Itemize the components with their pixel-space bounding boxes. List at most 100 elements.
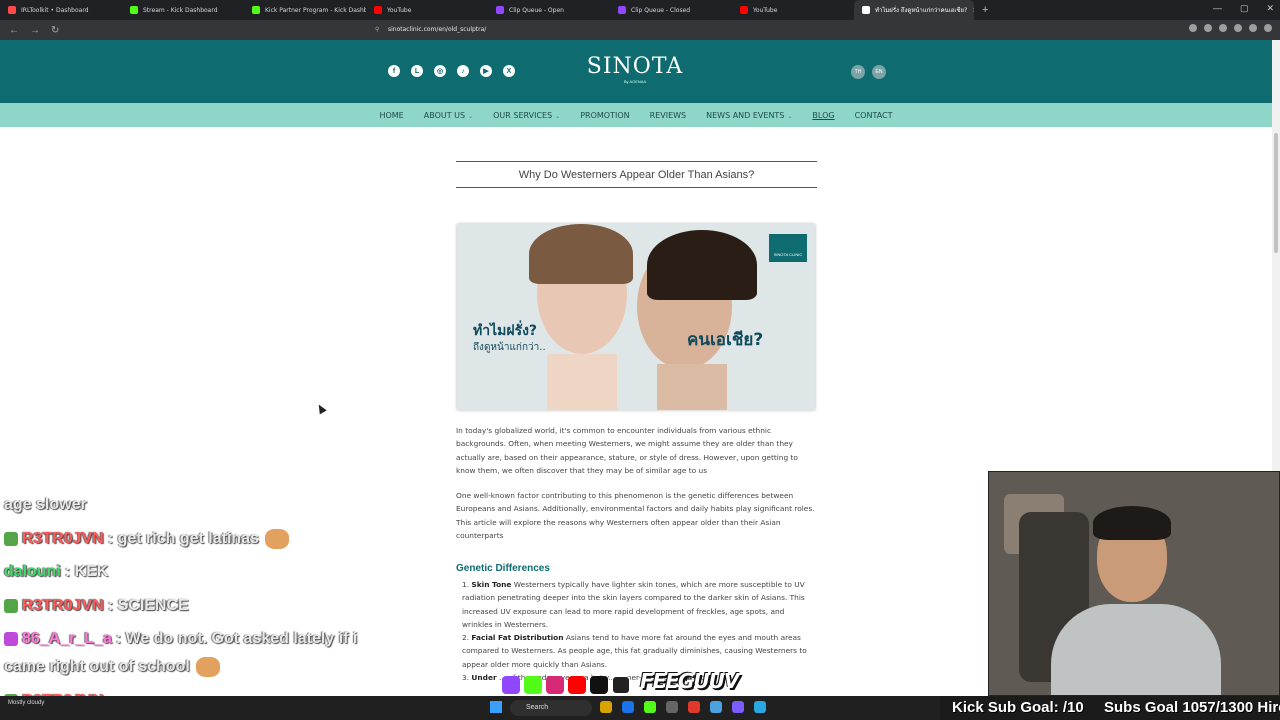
tab-label: YouTube	[387, 6, 412, 14]
list-item: 1. Skin Tone Westerners typically have l…	[462, 578, 808, 631]
facebook-icon[interactable]: f	[388, 65, 400, 77]
close-window-icon[interactable]: ✕	[1266, 3, 1274, 14]
browser-tab[interactable]: Kick Partner Program - Kick Dashboa	[244, 0, 366, 20]
browser-tab[interactable]: YouTube	[732, 0, 854, 20]
brave-icon[interactable]	[688, 701, 700, 713]
tab-label: Clip Queue - Closed	[631, 6, 691, 14]
url-field[interactable]: ⚲ sinotaclinic.com/en/old_sculptra/	[370, 23, 910, 37]
chat-username: R3TR0JVN	[22, 597, 104, 614]
nav-item-about-us[interactable]: ABOUT US ⌄	[424, 111, 473, 120]
windows-taskbar: Mostly cloudy Search	[0, 696, 940, 720]
taskbar-search[interactable]: Search	[510, 700, 592, 716]
weather-text: Mostly cloudy	[8, 700, 45, 706]
neck-right	[657, 364, 727, 410]
list-number: 1.	[462, 580, 470, 589]
chat-message: age slower	[4, 496, 464, 514]
extension-icon[interactable]	[1234, 24, 1242, 32]
extension-icon[interactable]	[1189, 24, 1197, 32]
browser-tab[interactable]: Clip Queue - Closed	[610, 0, 732, 20]
main-navigation: HOME ABOUT US ⌄ OUR SERVICES ⌄ PROMOTION REVIE…	[0, 103, 1272, 127]
kick-sub-goal: Kick Sub Goal: /10	[952, 699, 1084, 716]
chat-username: R3TR0JVN	[22, 530, 104, 548]
hero-text-question-2: คนเอเชีย?	[687, 330, 764, 350]
tiktok-icon	[590, 676, 608, 694]
instagram-icon	[546, 676, 564, 694]
close-tab-icon[interactable]: ×	[972, 7, 974, 14]
lang-en-button[interactable]: EN	[872, 65, 886, 79]
nav-item-label: BLOG	[812, 110, 835, 120]
webcam-overlay	[988, 471, 1280, 696]
browser-tab[interactable]: Clip Queue - Open	[488, 0, 610, 20]
app-icon[interactable]	[710, 701, 722, 713]
line-icon[interactable]: L	[411, 65, 423, 77]
telegram-icon[interactable]	[754, 701, 766, 713]
forward-icon[interactable]: →	[30, 25, 42, 36]
site-info-icon[interactable]: ⚲	[375, 23, 379, 37]
nav-item-label: HOME	[379, 110, 404, 120]
site-logo[interactable]: SINOTA	[560, 54, 710, 79]
site-logo-subtitle: By AOENAA	[623, 79, 647, 84]
kick-app-icon[interactable]	[644, 701, 656, 713]
article-paragraph-2: One well-known factor contributing to th…	[456, 491, 815, 540]
article-hero-image: ทำไมฝรั่ง? ถึงดูหน้าแก่กว่า.. คนเอเชีย? …	[457, 224, 815, 410]
browser-tab[interactable]: IRLToolkit • Dashboard	[0, 0, 122, 20]
nav-item-reviews[interactable]: REVIEWS	[650, 111, 687, 120]
chevron-down-icon: ⌄	[555, 112, 561, 120]
weather-widget[interactable]: Mostly cloudy	[8, 699, 44, 707]
nav-item-promotion[interactable]: PROMOTION	[580, 111, 629, 120]
tab-label: YouTube	[753, 6, 778, 14]
tab-label: Stream - Kick Dashboard	[143, 6, 218, 14]
tab-label: ทำไมฝรั่ง ถึงดูหน้าแก่กว่าคนเอเชีย?	[875, 7, 968, 14]
list-item: 2. Facial Fat Distribution Asians tend t…	[462, 631, 808, 671]
tiktok-icon[interactable]: ♪	[457, 65, 469, 77]
chevron-down-icon: ⌄	[787, 112, 793, 120]
extension-icon[interactable]	[1249, 24, 1257, 32]
app-icon[interactable]	[666, 701, 678, 713]
windows-start-icon[interactable]	[490, 701, 502, 713]
tab-favicon-icon	[740, 6, 748, 14]
nav-item-label: PROMOTION	[580, 110, 630, 120]
nav-item-news-and-events[interactable]: NEWS AND EVENTS ⌄	[706, 111, 792, 120]
instagram-icon[interactable]: ◎	[434, 65, 446, 77]
reload-icon[interactable]: ↻	[51, 25, 63, 36]
list-item-text: Westerners typically have lighter skin t…	[462, 580, 805, 629]
nav-item-contact[interactable]: CONTACT	[855, 111, 893, 120]
x-icon[interactable]: X	[503, 65, 515, 77]
social-links: f L ◎ ♪ ▶ X	[388, 65, 515, 77]
app-icon[interactable]	[732, 701, 744, 713]
nav-item-our-services[interactable]: OUR SERVICES ⌄	[493, 111, 560, 120]
maximize-icon[interactable]: ▢	[1240, 3, 1249, 14]
stream-social-icons	[502, 676, 630, 694]
streamer-brand-logo: FEEGUUV	[640, 669, 739, 693]
streamer-body	[1051, 604, 1221, 695]
site-header: f L ◎ ♪ ▶ X SINOTA By AOENAA TH EN	[0, 40, 1272, 103]
scrollbar-thumb[interactable]	[1274, 133, 1278, 253]
tab-label: Kick Partner Program - Kick Dashboa	[265, 6, 366, 14]
taskbar-search-label: Search	[526, 704, 549, 711]
chat-badge-icon	[4, 532, 18, 546]
extension-icon[interactable]	[1204, 24, 1212, 32]
menu-icon[interactable]	[1264, 24, 1272, 32]
extension-icons	[1189, 24, 1272, 32]
extension-icon[interactable]	[1219, 24, 1227, 32]
nav-item-label: ABOUT US	[423, 110, 466, 120]
nav-item-label: OUR SERVICES	[493, 110, 553, 120]
file-explorer-icon[interactable]	[600, 701, 612, 713]
browser-icon[interactable]	[622, 701, 634, 713]
neck-left	[547, 354, 617, 410]
browser-tab[interactable]: YouTube	[366, 0, 488, 20]
browser-tab[interactable]: ทำไมฝรั่ง ถึงดูหน้าแก่กว่าคนเอเชีย? ×	[854, 0, 974, 20]
youtube-icon[interactable]: ▶	[480, 65, 492, 77]
nav-item-blog[interactable]: BLOG	[812, 111, 834, 120]
minimize-icon[interactable]: —	[1213, 3, 1222, 14]
chat-message: came right out of school	[4, 657, 464, 677]
article-title: Why Do Westerners Appear Older Than Asia…	[456, 161, 817, 188]
nav-item-home[interactable]: HOME	[379, 111, 403, 120]
back-icon[interactable]: ←	[9, 25, 21, 36]
browser-tab[interactable]: Stream - Kick Dashboard	[122, 0, 244, 20]
chat-username: dalouni	[4, 563, 61, 580]
lang-th-button[interactable]: TH	[851, 65, 865, 79]
chat-text: age slower	[4, 496, 87, 513]
chevron-down-icon: ⌄	[468, 112, 474, 120]
new-tab-icon[interactable]: +	[982, 4, 988, 16]
